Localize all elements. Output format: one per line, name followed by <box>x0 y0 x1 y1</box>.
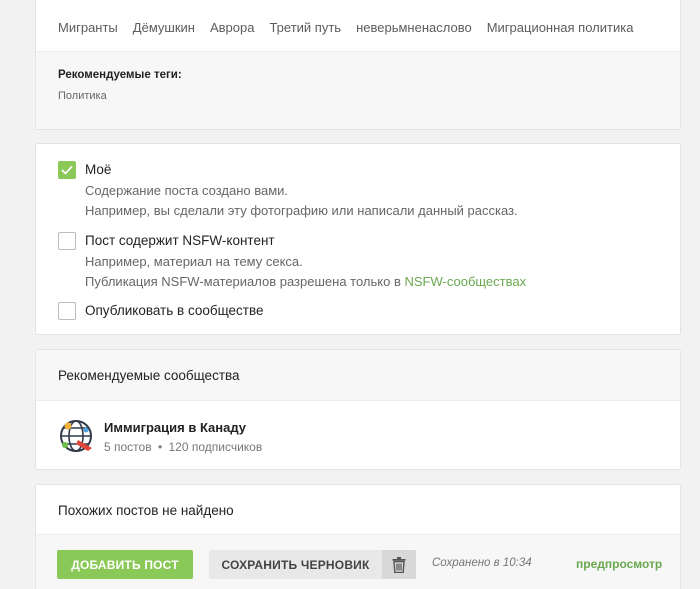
nsfw-description-text: Публикация NSFW-материалов разрешена тол… <box>85 274 405 289</box>
tag-item[interactable]: Миграционная политика <box>487 20 634 35</box>
tag-item[interactable]: Аврора <box>210 20 255 35</box>
similar-posts-header: Похожих постов не найдено <box>36 485 680 535</box>
checkmark-icon <box>61 165 73 175</box>
mine-checkbox[interactable] <box>58 161 76 179</box>
delete-draft-button[interactable] <box>382 550 416 579</box>
trash-icon <box>392 556 406 573</box>
community-subscribers-count: 120 подписчиков <box>168 440 263 454</box>
mine-label: Моё <box>85 162 112 177</box>
tags-list: Мигранты Дёмушкин Аврора Третий путь нев… <box>36 0 680 52</box>
saved-status: Сохранено в 10:34 <box>432 557 532 569</box>
nsfw-description-1: Например, материал на тему секса. <box>85 254 303 269</box>
recommended-tags-section: Рекомендуемые теги: Политика <box>36 52 680 129</box>
meta-separator: • <box>157 440 163 454</box>
recommended-communities-card: Рекомендуемые сообщества Иммиграция в Ка… <box>35 349 681 470</box>
tag-item[interactable]: Мигранты <box>58 20 118 35</box>
community-label: Опубликовать в сообществе <box>85 303 264 318</box>
community-meta: 5 постов • 120 подписчиков <box>104 440 262 454</box>
mine-description-1: Содержание поста создано вами. <box>85 183 289 198</box>
similar-posts-title: Похожих постов не найдено <box>58 503 234 518</box>
nsfw-communities-link[interactable]: NSFW-сообществах <box>404 274 526 289</box>
post-options-card: Моё Содержание поста создано вами. Напри… <box>35 143 681 335</box>
preview-link[interactable]: предпросмотр <box>576 557 662 571</box>
add-post-button[interactable]: ДОБАВИТЬ ПОСТ <box>57 550 193 579</box>
recommended-tags-title: Рекомендуемые теги: <box>58 69 182 81</box>
communities-title: Рекомендуемые сообщества <box>58 368 240 383</box>
tags-card: Мигранты Дёмушкин Аврора Третий путь нев… <box>35 0 681 130</box>
community-name[interactable]: Иммиграция в Канаду <box>104 420 246 435</box>
nsfw-checkbox[interactable] <box>58 232 76 250</box>
nsfw-description-2: Публикация NSFW-материалов разрешена тол… <box>85 274 526 289</box>
community-checkbox[interactable] <box>58 302 76 320</box>
tag-item[interactable]: Третий путь <box>269 20 341 35</box>
save-draft-button[interactable]: СОХРАНИТЬ ЧЕРНОВИК <box>209 550 382 579</box>
recommended-tag[interactable]: Политика <box>58 90 107 102</box>
community-posts-count: 5 постов <box>104 440 152 454</box>
tag-item[interactable]: неверьмненаслово <box>356 20 472 35</box>
globe-avatar-icon[interactable] <box>58 418 94 454</box>
nsfw-label: Пост содержит NSFW-контент <box>85 233 275 248</box>
tag-item[interactable]: Дёмушкин <box>133 20 195 35</box>
mine-description-2: Например, вы сделали эту фотографию или … <box>85 203 518 218</box>
communities-header: Рекомендуемые сообщества <box>36 350 680 401</box>
